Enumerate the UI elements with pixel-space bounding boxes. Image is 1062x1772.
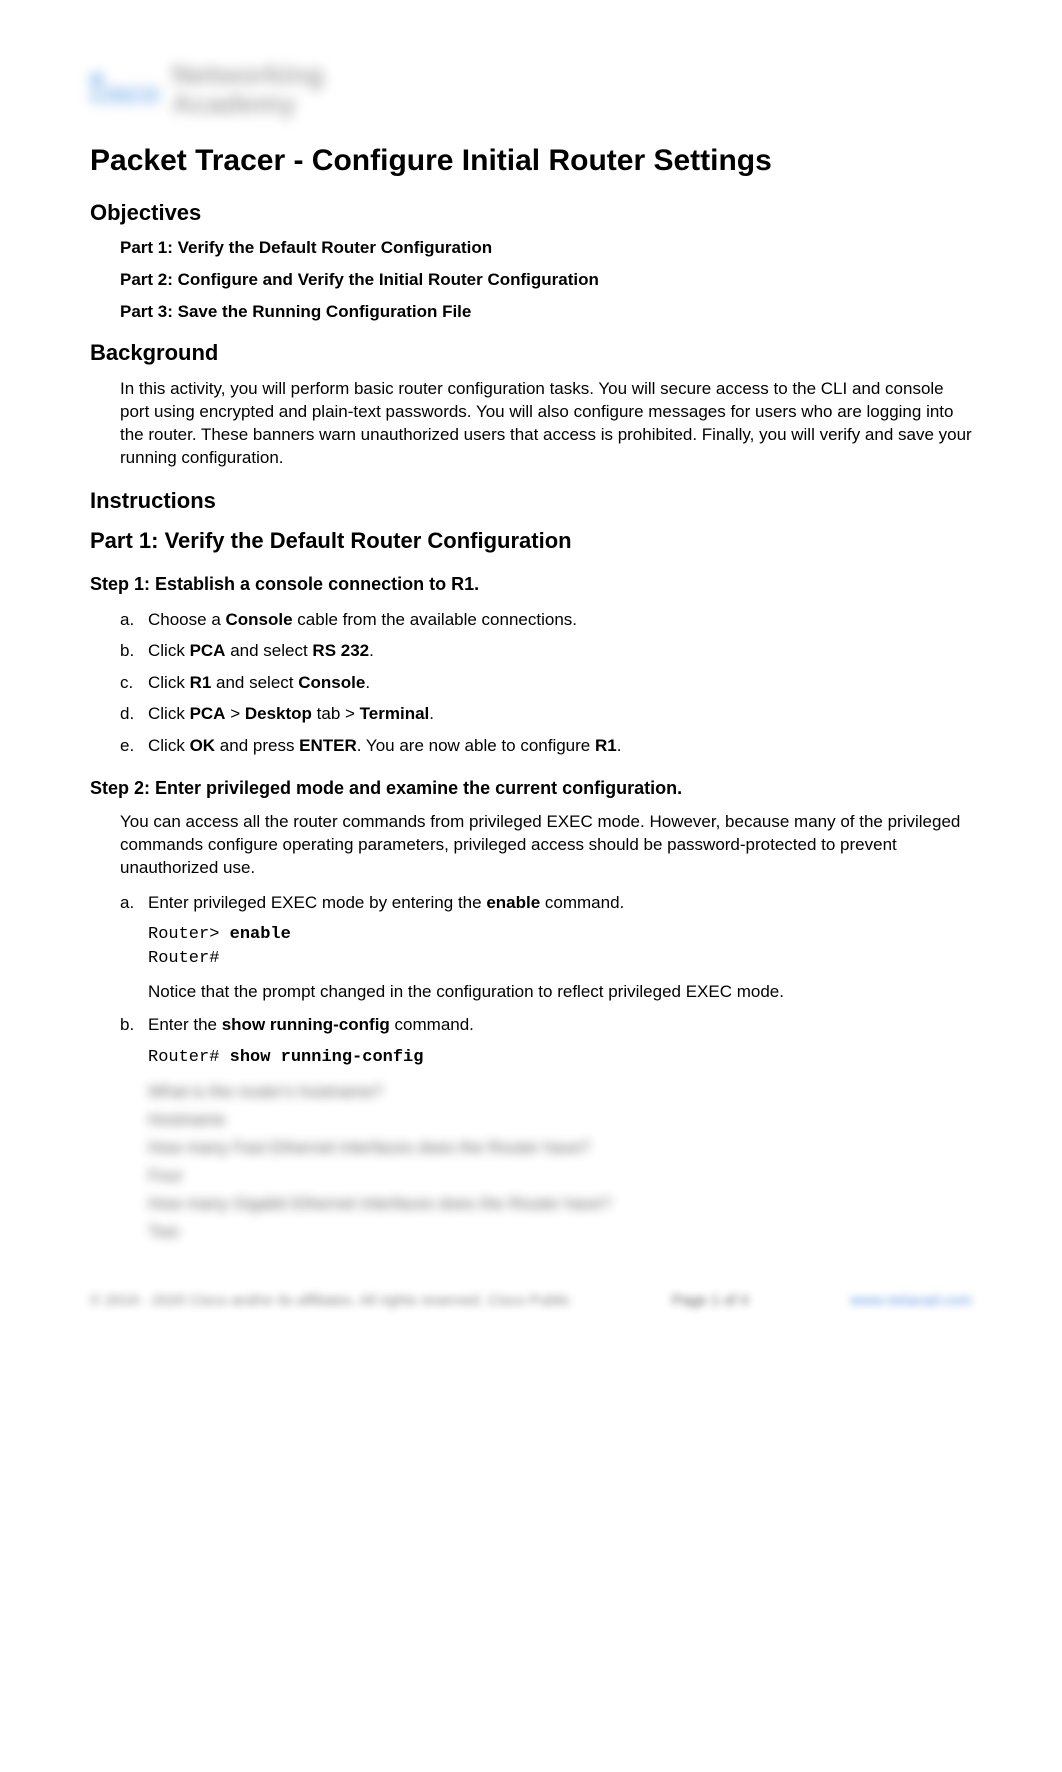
page-footer: © 2019 - 2020 Cisco and/or its affiliate… xyxy=(90,1292,972,1309)
blurred-line: How many Gigabit Ethernet interfaces doe… xyxy=(148,1194,972,1214)
footer-copyright: © 2019 - 2020 Cisco and/or its affiliate… xyxy=(90,1292,570,1309)
note-text: Notice that the prompt changed in the co… xyxy=(148,979,972,1005)
step2-list: a. Enter privileged EXEC mode by enterin… xyxy=(90,890,972,1070)
list-item: c. Click R1 and select Console. xyxy=(120,670,972,696)
logo-area: ılıılı CISCO Networking Academy xyxy=(90,60,972,119)
code-block: Router# show running-config xyxy=(148,1046,972,1070)
list-item: a. Choose a Console cable from the avail… xyxy=(120,607,972,633)
list-item: d. Click PCA > Desktop tab > Terminal. xyxy=(120,701,972,727)
blurred-line: How many Fast Ethernet interfaces does t… xyxy=(148,1138,972,1158)
step1-heading: Step 1: Establish a console connection t… xyxy=(90,574,972,595)
list-item: e. Click OK and press ENTER. You are now… xyxy=(120,733,972,759)
background-text: In this activity, you will perform basic… xyxy=(90,378,972,470)
logo-text: Networking Academy xyxy=(172,60,324,119)
objective-item: Part 3: Save the Running Configuration F… xyxy=(120,302,972,322)
code-block: Router> enable Router# xyxy=(148,923,972,971)
step2-intro: You can access all the router commands f… xyxy=(90,811,972,880)
objectives-heading: Objectives xyxy=(90,200,972,226)
background-heading: Background xyxy=(90,340,972,366)
cisco-logo-icon: ılıılı CISCO xyxy=(90,71,160,107)
step2-heading: Step 2: Enter privileged mode and examin… xyxy=(90,778,972,799)
blurred-content: What is the router's hostname? Hostname … xyxy=(90,1082,972,1242)
blurred-line: Four xyxy=(148,1166,972,1186)
blurred-line: Hostname xyxy=(148,1110,972,1130)
objectives-list: Part 1: Verify the Default Router Config… xyxy=(90,238,972,322)
list-item: b. Click PCA and select RS 232. xyxy=(120,638,972,664)
instructions-heading: Instructions xyxy=(90,488,972,514)
blurred-line: What is the router's hostname? xyxy=(148,1082,972,1102)
blurred-line: Two xyxy=(148,1222,972,1242)
step1-list: a. Choose a Console cable from the avail… xyxy=(90,607,972,759)
part1-heading: Part 1: Verify the Default Router Config… xyxy=(90,528,972,554)
objective-item: Part 2: Configure and Verify the Initial… xyxy=(120,270,972,290)
page-title: Packet Tracer - Configure Initial Router… xyxy=(90,144,972,178)
list-item: a. Enter privileged EXEC mode by enterin… xyxy=(120,890,972,1005)
footer-url: www.netacad.com xyxy=(850,1292,972,1309)
objective-item: Part 1: Verify the Default Router Config… xyxy=(120,238,972,258)
footer-page-number: Page 1 of 4 xyxy=(672,1292,749,1309)
list-item: b. Enter the show running-config command… xyxy=(120,1012,972,1069)
